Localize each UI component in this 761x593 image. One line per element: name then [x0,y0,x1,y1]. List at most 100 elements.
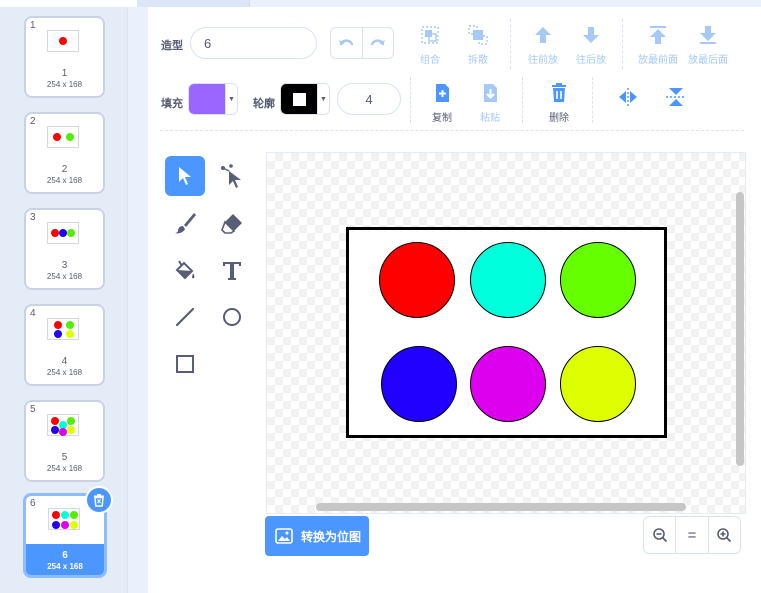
back-label: 放最后面 [688,55,728,66]
costume-thumbnail [47,30,79,52]
drawing-canvas[interactable] [266,152,746,514]
tab-sounds[interactable] [138,0,250,7]
shape-circle-green[interactable] [560,242,636,318]
bring-to-front-icon [650,26,666,44]
zoom-reset-button[interactable]: = [675,517,707,553]
ungroup-icon [468,25,488,45]
zoom-out-icon [652,528,667,543]
eraser-tool[interactable] [212,203,252,243]
paste-button[interactable]: 粘贴 [465,82,515,124]
shape-circle-blue[interactable] [381,346,457,422]
chevron-down-icon: ▼ [225,84,237,114]
line-tool[interactable] [165,297,205,337]
trash-icon [552,83,566,102]
zoom-reset-label: = [687,526,697,544]
costume-item-5[interactable]: 5 5 254 x 168 [24,400,105,482]
costume-number: 1 [30,20,36,31]
convert-to-bitmap-label: 转换为位图 [301,529,362,544]
thumb-dot [53,133,61,141]
front-label: 放最前面 [638,55,678,66]
fill-color-swatch [189,84,225,114]
toolbar-divider [522,77,523,123]
thumb-dot [67,417,75,425]
arrow-down-icon [583,27,599,43]
costume-size: 254 x 168 [47,562,83,571]
shape-circle-magenta[interactable] [470,346,546,422]
delete-costume-button[interactable] [85,486,113,514]
group-label: 组合 [420,55,440,66]
paint-editor: 造型 6 组合 拆散 往前放 往后放 放最前面 放最后面 填充 ▼ 轮廓 ▼ 4… [148,7,761,593]
thumb-dot [51,426,59,434]
thumb-dot [59,37,67,45]
costume-item-2[interactable]: 2 2 254 x 168 [24,112,105,194]
costume-name-input[interactable]: 6 [190,27,317,59]
thumb-dot [54,330,62,338]
zoom-out-button[interactable] [644,517,675,553]
convert-to-bitmap-button[interactable]: 转换为位图 [265,516,369,556]
outline-color-picker[interactable]: ▼ [280,83,330,115]
forward-label: 往前放 [528,55,558,66]
ungroup-label: 拆散 [468,55,488,66]
rectangle-tool[interactable] [165,344,205,384]
circle-tool[interactable] [212,297,252,337]
text-tool[interactable] [212,250,252,290]
undo-icon [339,39,354,46]
thumb-dot [52,521,60,529]
forward-button[interactable]: 往前放 [518,24,568,66]
outline-color-swatch [281,84,317,114]
vertical-scrollbar[interactable] [736,192,744,466]
backward-label: 往后放 [576,55,606,66]
brush-tool[interactable] [165,203,205,243]
front-button[interactable]: 放最前面 [633,24,683,66]
costume-name-label: 造型 [161,40,183,52]
costume-thumbnail [47,318,79,340]
costume-thumbnail [47,414,79,436]
costume-size: 254 x 168 [46,80,83,89]
thumb-dot [52,511,60,519]
fill-label: 填充 [161,98,183,110]
copy-label: 复制 [432,113,452,124]
redo-icon [370,39,385,46]
costume-item-4[interactable]: 4 4 254 x 168 [24,304,105,386]
editor-tab-strip [0,0,761,7]
thumb-dot [67,229,75,237]
toolbar-divider [510,19,511,69]
horizontal-scrollbar[interactable] [316,503,686,511]
zoom-in-button[interactable] [707,517,740,553]
backward-button[interactable]: 往后放 [566,24,616,66]
costume-artboard[interactable] [346,227,667,438]
thumb-dot [59,229,67,237]
thumb-dot [59,428,67,436]
costume-number: 5 [30,404,36,415]
flip-horizontal-button[interactable] [603,87,653,110]
shape-circle-cyan[interactable] [470,242,546,318]
costume-item-1[interactable]: 1 1 254 x 168 [24,16,105,98]
delete-label: 删除 [549,113,569,124]
reshape-tool[interactable] [212,156,252,196]
shape-circle-yellow[interactable] [560,346,636,422]
text-t-icon [223,262,241,280]
send-to-back-icon [700,26,716,44]
thumb-dot [66,321,74,329]
back-button[interactable]: 放最后面 [683,24,733,66]
undo-button[interactable] [331,28,362,58]
costume-name: 3 [61,260,68,271]
costume-size: 254 x 168 [46,368,83,377]
tab-costumes[interactable] [0,0,138,7]
delete-button[interactable]: 删除 [534,82,584,124]
flip-vertical-button[interactable] [651,86,701,111]
group-button[interactable]: 组合 [405,24,455,66]
copy-button[interactable]: 复制 [417,82,467,124]
redo-button[interactable] [361,28,394,58]
brush-icon [175,213,196,234]
thumb-dot [66,133,74,141]
fill-color-picker[interactable]: ▼ [188,83,238,115]
fill-tool[interactable] [165,250,205,290]
costume-item-3[interactable]: 3 3 254 x 168 [24,208,105,290]
ungroup-button[interactable]: 拆散 [453,24,503,66]
select-tool[interactable] [165,156,205,196]
copy-icon [436,84,449,102]
outline-width-input[interactable]: 4 [337,83,401,115]
image-icon [275,528,293,544]
shape-circle-red[interactable] [379,242,455,318]
